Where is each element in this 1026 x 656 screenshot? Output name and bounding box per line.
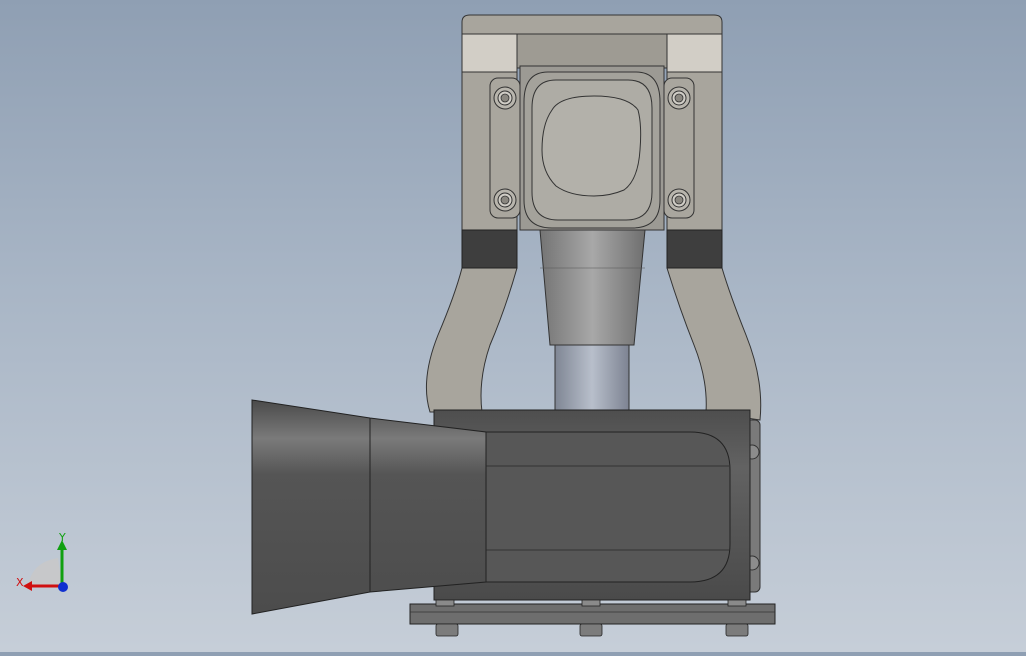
bolt-bottom-left: [493, 188, 517, 212]
bolt-top-left: [493, 86, 517, 110]
y-axis-label: Y: [58, 531, 66, 544]
model-canvas: [251, 14, 776, 637]
bolt-top-right: [667, 86, 691, 110]
x-axis-label: X: [16, 576, 24, 589]
drive-shaft[interactable]: [554, 344, 630, 414]
bolt-bottom-right: [667, 188, 691, 212]
gearbox[interactable]: [519, 65, 665, 231]
taper-coupling[interactable]: [539, 229, 646, 346]
coordinate-triad[interactable]: X Y: [10, 528, 80, 598]
triad-icon: X Y: [16, 531, 68, 592]
right-bracket-arm[interactable]: [666, 229, 762, 421]
outlet-nozzle[interactable]: [251, 399, 487, 615]
left-bracket-arm[interactable]: [425, 229, 518, 413]
base-plate[interactable]: [409, 599, 776, 637]
3d-viewport[interactable]: [0, 0, 1026, 652]
